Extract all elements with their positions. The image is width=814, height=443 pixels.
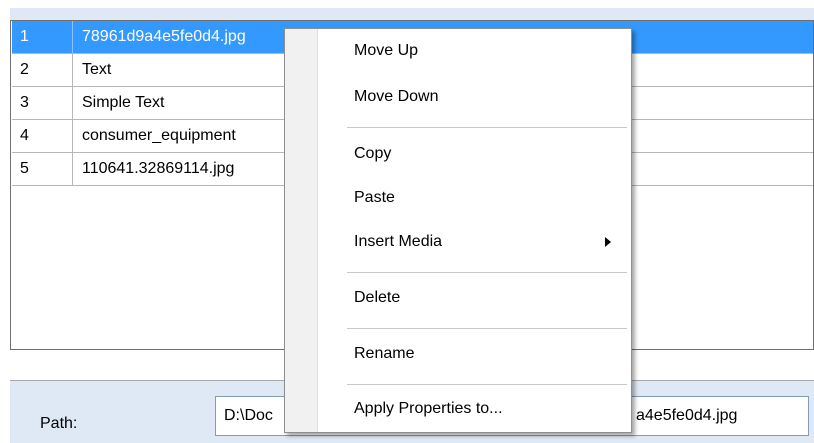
submenu-arrow-icon — [605, 237, 611, 247]
path-value-start: D:\Doc — [224, 407, 273, 424]
row-number: 1 — [12, 21, 73, 53]
row-number: 4 — [12, 120, 73, 152]
row-number: 3 — [12, 87, 73, 119]
menu-item-label: Move Down — [354, 88, 439, 105]
menu-item-label: Copy — [354, 145, 392, 162]
menu-item-apply-properties[interactable]: Apply Properties to... — [321, 391, 625, 427]
menu-separator — [347, 127, 627, 128]
row-number: 5 — [12, 153, 73, 185]
row-name: 110641.32869114.jpg — [82, 160, 235, 177]
menu-item-rename[interactable]: Rename — [321, 336, 625, 372]
row-name: Simple Text — [82, 94, 165, 111]
row-name: consumer_equipment — [82, 127, 236, 144]
menu-item-delete[interactable]: Delete — [321, 280, 625, 316]
menu-item-label: Apply Properties to... — [354, 400, 503, 417]
context-menu: Move Up Move Down Copy Paste Insert Medi… — [284, 28, 632, 433]
menu-item-move-down[interactable]: Move Down — [321, 79, 625, 115]
menu-item-label: Delete — [354, 289, 401, 306]
menu-item-label: Insert Media — [354, 233, 443, 250]
menu-item-copy[interactable]: Copy — [321, 136, 625, 172]
menu-item-label: Paste — [354, 189, 395, 206]
menu-item-insert-media[interactable]: Insert Media — [321, 224, 625, 260]
row-number: 2 — [12, 54, 73, 86]
menu-separator — [347, 384, 627, 385]
menu-separator — [347, 328, 627, 329]
menu-item-paste[interactable]: Paste — [321, 180, 625, 216]
menu-item-label: Move Up — [354, 42, 419, 59]
path-value-end: a4e5fe0d4.jpg — [636, 407, 738, 424]
menu-item-label: Rename — [354, 345, 415, 362]
row-name: Text — [82, 61, 112, 78]
menu-separator — [347, 272, 627, 273]
menu-icon-gutter — [285, 29, 318, 432]
top-strip — [0, 0, 814, 22]
path-label: Path: — [40, 415, 78, 432]
menu-item-move-up[interactable]: Move Up — [321, 33, 625, 69]
row-name: 78961d9a4e5fe0d4.jpg — [82, 28, 246, 45]
